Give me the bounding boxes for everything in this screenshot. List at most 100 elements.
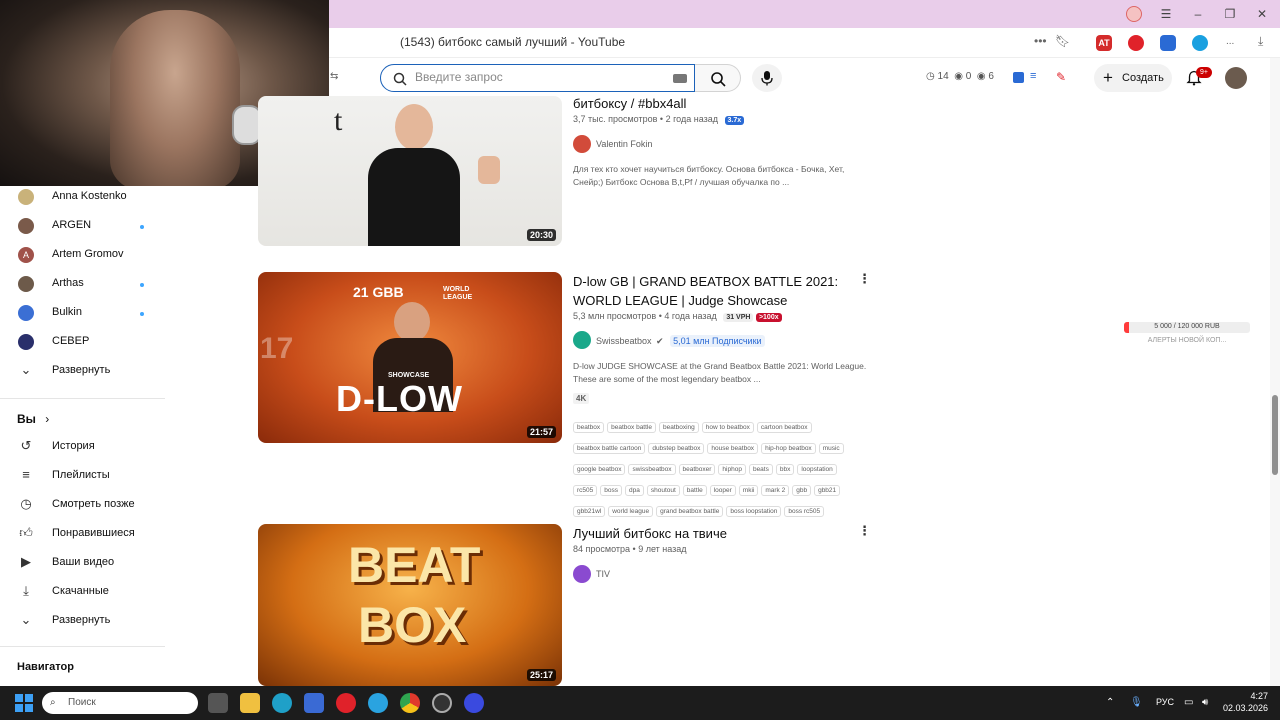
channel-avatar[interactable] bbox=[573, 135, 591, 153]
minimize-icon[interactable]: – bbox=[1190, 6, 1206, 22]
video-title[interactable]: битбоксу / #bbx4all bbox=[573, 94, 843, 113]
chevron-up-icon[interactable]: ⌃ bbox=[1106, 697, 1114, 708]
sidebar-item-subscription[interactable]: СЕВЕР bbox=[0, 328, 165, 357]
taskbar-search[interactable]: ⌕ Поиск bbox=[42, 692, 198, 714]
yandex-browser-icon[interactable] bbox=[336, 693, 356, 713]
scrollbar-track[interactable] bbox=[1270, 58, 1280, 686]
video-tag[interactable]: bbx bbox=[775, 464, 795, 475]
download-icon[interactable]: ⤓ bbox=[1258, 34, 1263, 49]
video-tag[interactable]: beatboxing bbox=[658, 422, 699, 433]
close-icon[interactable]: ✕ bbox=[1254, 6, 1270, 22]
video-tag[interactable]: beatboxer bbox=[678, 464, 716, 475]
video-tag[interactable]: boss loopstation bbox=[726, 506, 782, 517]
video-tag[interactable]: swissbeatbox bbox=[628, 464, 676, 475]
sidebar-item-subscription[interactable]: Bulkin bbox=[0, 299, 165, 328]
video-tag[interactable]: rc505 bbox=[573, 485, 598, 496]
sidebar-item-watch-later[interactable]: ◷ Смотреть позже bbox=[0, 491, 165, 520]
sidebar-item-downloads[interactable]: ⤓ Скачанные bbox=[0, 578, 165, 607]
video-tag[interactable]: gbb21wl bbox=[573, 506, 606, 517]
sidebar-item-history[interactable]: ↺ История bbox=[0, 433, 165, 462]
extension-icon[interactable] bbox=[1126, 6, 1142, 22]
video-tag[interactable]: world league bbox=[608, 506, 654, 517]
extension-icon[interactable] bbox=[1013, 72, 1024, 83]
telegram-icon[interactable] bbox=[368, 693, 388, 713]
extension-icon[interactable] bbox=[1160, 35, 1176, 51]
video-title[interactable]: Лучший битбокс на твиче bbox=[573, 524, 843, 543]
video-tag[interactable]: beatbox battle cartoon bbox=[573, 443, 646, 454]
video-tag[interactable]: dpa bbox=[625, 485, 644, 496]
video-thumbnail[interactable]: 21 GBB WORLD LEAGUE 17 SHOWCASE D-LOW 21… bbox=[258, 272, 562, 443]
media-player-icon[interactable] bbox=[464, 693, 484, 713]
language-indicator[interactable]: РУС bbox=[1156, 697, 1174, 707]
list-icon[interactable]: ≡ bbox=[1030, 70, 1036, 82]
obs-icon[interactable] bbox=[432, 693, 452, 713]
video-tag[interactable]: google beatbox bbox=[573, 464, 626, 475]
channel-avatar[interactable] bbox=[573, 331, 591, 349]
extension-icon[interactable] bbox=[1192, 35, 1208, 51]
pin-icon[interactable]: ✎ bbox=[1056, 70, 1066, 84]
video-tag[interactable]: mark 2 bbox=[761, 485, 790, 496]
video-tag[interactable]: loopstation bbox=[797, 464, 837, 475]
extension-icon[interactable] bbox=[1128, 35, 1144, 51]
video-tag[interactable]: gbb21 bbox=[814, 485, 841, 496]
video-tag[interactable]: beats bbox=[748, 464, 773, 475]
video-tag[interactable]: how to beatbox bbox=[701, 422, 754, 433]
sidebar-expand-button[interactable]: ⌄ Развернуть bbox=[0, 357, 165, 386]
voice-search-button[interactable] bbox=[752, 64, 782, 92]
sidebar-you-heading[interactable]: Вы › bbox=[17, 412, 49, 426]
monitor-icon[interactable]: ▭ bbox=[1184, 697, 1193, 708]
video-tag[interactable]: beatbox bbox=[573, 422, 605, 433]
create-button[interactable]: + Создать bbox=[1094, 64, 1172, 92]
volume-icon[interactable]: 🔊︎ bbox=[1202, 697, 1208, 708]
extension-icon[interactable]: AT bbox=[1096, 35, 1112, 51]
video-tag[interactable]: music bbox=[818, 443, 844, 454]
bookmark-icon[interactable]: 🔖︎ bbox=[1055, 34, 1070, 48]
scrollbar-thumb[interactable] bbox=[1272, 395, 1278, 475]
sidebar-item-your-videos[interactable]: ▶ Ваши видео bbox=[0, 549, 165, 578]
video-tag[interactable]: gbb bbox=[792, 485, 812, 496]
sidebar-item-subscription[interactable]: Anna Kostenko bbox=[0, 183, 165, 212]
sidebar-item-subscription[interactable]: Arthas bbox=[0, 270, 165, 299]
keyboard-icon[interactable] bbox=[673, 74, 687, 83]
search-input[interactable] bbox=[415, 70, 665, 84]
microphone-icon[interactable]: 🎙︎ bbox=[1130, 697, 1143, 708]
video-tag[interactable]: battle bbox=[682, 485, 707, 496]
video-tag[interactable]: boss rc505 bbox=[784, 506, 825, 517]
sidebar-item-subscription[interactable]: ARGEN bbox=[0, 212, 165, 241]
search-box[interactable] bbox=[380, 64, 695, 92]
video-tag[interactable]: hiphop bbox=[718, 464, 746, 475]
chrome-icon[interactable] bbox=[400, 693, 420, 713]
video-title[interactable]: D-low GB | GRAND BEATBOX BATTLE 2021: WO… bbox=[573, 272, 843, 310]
video-tag[interactable]: cartoon beatbox bbox=[756, 422, 812, 433]
video-tag[interactable]: looper bbox=[709, 485, 736, 496]
sidebar-item-subscription[interactable]: A Artem Gromov bbox=[0, 241, 165, 270]
restore-icon[interactable]: ❐ bbox=[1222, 6, 1238, 22]
video-tag[interactable]: beatbox battle bbox=[607, 422, 656, 433]
task-view-icon[interactable] bbox=[208, 693, 228, 713]
avatar[interactable] bbox=[1225, 67, 1247, 89]
video-tag[interactable]: grand beatbox battle bbox=[656, 506, 724, 517]
sidebar-item-playlists[interactable]: ≡ Плейлисты bbox=[0, 462, 165, 491]
more-vert-icon[interactable]: ⋮ bbox=[858, 523, 871, 539]
edge-icon[interactable] bbox=[272, 693, 292, 713]
windows-start-icon[interactable] bbox=[15, 694, 33, 712]
video-thumbnail[interactable]: t 20:30 bbox=[258, 96, 562, 246]
more-icon[interactable]: ... bbox=[1226, 36, 1234, 47]
video-tag[interactable]: hip-hop beatbox bbox=[761, 443, 816, 454]
channel-name[interactable]: TIV bbox=[596, 569, 610, 579]
video-tag[interactable]: boss bbox=[600, 485, 622, 496]
more-icon[interactable]: ••• bbox=[1034, 34, 1047, 48]
sidebar-expand-button[interactable]: ⌄ Развернуть bbox=[0, 607, 165, 636]
channel-name[interactable]: Swissbeatbox ✔ 5,01 млн Подписчики bbox=[596, 335, 765, 347]
store-icon[interactable] bbox=[304, 693, 324, 713]
channel-name[interactable]: Valentin Fokin bbox=[596, 139, 652, 149]
sidebar-item-liked[interactable]: 👍︎ Понравившиеся bbox=[0, 520, 165, 549]
tab-title[interactable]: (1543) битбокс самый лучший - YouTube bbox=[400, 35, 625, 49]
video-thumbnail[interactable]: BEAT BOX 25:17 bbox=[258, 524, 562, 686]
more-vert-icon[interactable]: ⋮ bbox=[858, 271, 871, 287]
file-explorer-icon[interactable] bbox=[240, 693, 260, 713]
video-tag[interactable]: mkii bbox=[738, 485, 759, 496]
video-tag[interactable]: house beatbox bbox=[707, 443, 759, 454]
search-button[interactable] bbox=[695, 64, 741, 92]
video-tag[interactable]: shoutout bbox=[646, 485, 680, 496]
